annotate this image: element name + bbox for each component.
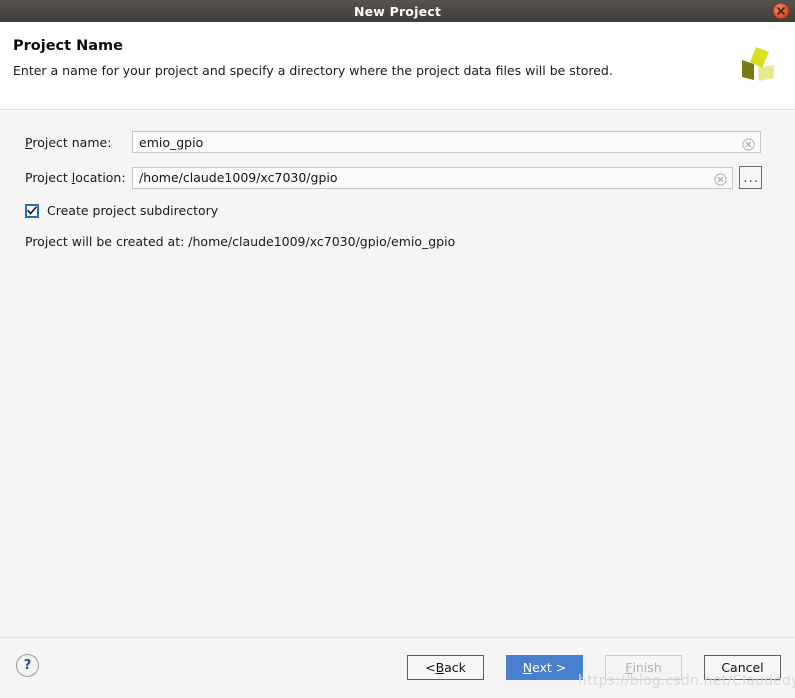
project-location-label: Project location: (25, 170, 132, 185)
back-button-pre: < (425, 660, 436, 675)
wizard-footer: ? < Back Next > Finish Cancel (0, 638, 795, 698)
clear-circle-icon[interactable] (714, 171, 727, 186)
finish-button-accel: F (625, 660, 633, 675)
checkmark-icon (27, 205, 37, 215)
wizard-header: Project Name Enter a name for your proje… (0, 22, 795, 109)
project-location-label-pre: Project (25, 170, 72, 185)
clear-circle-icon[interactable] (742, 136, 755, 151)
ellipsis-icon: ... (743, 170, 760, 185)
page-title: Project Name (13, 38, 123, 54)
question-mark-icon[interactable]: ? (16, 654, 39, 677)
back-button-rest: ack (444, 660, 466, 675)
project-created-at-text: Project will be created at: /home/claude… (25, 234, 456, 249)
page-description: Enter a name for your project and specif… (13, 63, 613, 78)
back-button[interactable]: < Back (407, 655, 484, 680)
project-location-value: /home/claude1009/xc7030/gpio (139, 170, 338, 185)
create-subdirectory-row[interactable]: Create project subdirectory (25, 203, 218, 218)
project-name-input[interactable]: emio_gpio (132, 131, 761, 153)
window-title-bar: New Project (0, 0, 795, 22)
help-label: ? (23, 657, 32, 673)
create-subdirectory-checkbox[interactable] (25, 203, 39, 218)
browse-directory-button[interactable]: ... (739, 166, 762, 189)
xilinx-vivado-logo-icon (729, 40, 783, 94)
window-title: New Project (353, 3, 442, 19)
cancel-button[interactable]: Cancel (704, 655, 781, 680)
project-location-row: Project location: /home/claude1009/xc703… (25, 166, 762, 189)
next-button-rest: ext > (532, 660, 567, 675)
project-name-row: Project name: emio_gpio (25, 131, 761, 153)
next-button[interactable]: Next > (506, 655, 583, 680)
project-location-label-rest: ocation: (75, 170, 126, 185)
project-location-input[interactable]: /home/claude1009/xc7030/gpio (132, 166, 733, 189)
project-name-label-rest: roject name: (32, 134, 112, 150)
back-button-accel: B (435, 660, 445, 675)
finish-button-rest: inish (632, 660, 662, 675)
create-subdirectory-label: Create project subdirectory (47, 203, 219, 218)
project-name-label: Project name: (25, 135, 132, 150)
next-button-accel: N (522, 660, 533, 675)
cancel-button-label: Cancel (721, 660, 764, 675)
dialog-button-group: < Back Next > Finish Cancel (407, 655, 781, 680)
wizard-body: Project name: emio_gpio Project location… (0, 110, 795, 637)
finish-button: Finish (605, 655, 682, 680)
project-name-value: emio_gpio (139, 134, 204, 150)
close-icon[interactable] (773, 3, 789, 19)
